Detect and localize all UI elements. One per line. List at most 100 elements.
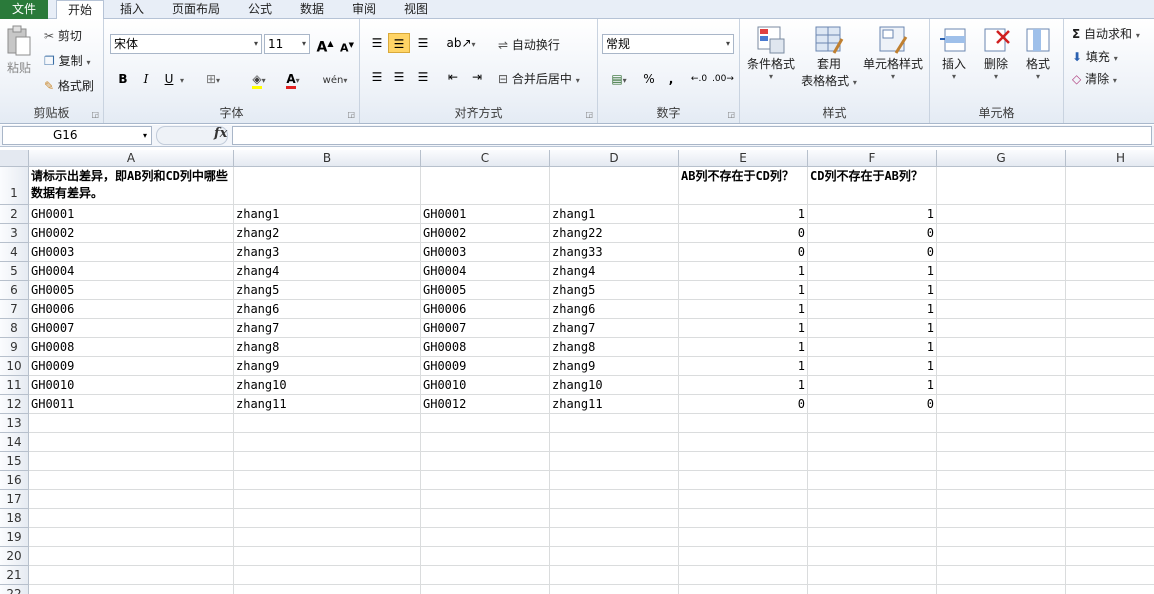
cell-c5[interactable]: GH0004 <box>421 262 550 281</box>
cell-g10[interactable] <box>937 357 1066 376</box>
phonetic-button[interactable]: wén▾ <box>318 69 352 89</box>
copy-button[interactable]: ❐ 复制 ▾ <box>44 52 90 69</box>
cell-d9[interactable]: zhang8 <box>550 338 679 357</box>
grow-font-button[interactable]: A▲ <box>314 34 336 56</box>
cell-b6[interactable]: zhang5 <box>234 281 421 300</box>
align-top-button[interactable]: ☰ <box>366 33 388 53</box>
cell-f19[interactable] <box>808 528 937 547</box>
cell-h6[interactable] <box>1066 281 1154 300</box>
column-header-c[interactable]: C <box>421 150 550 167</box>
cell-f21[interactable] <box>808 566 937 585</box>
cell-styles-button[interactable]: 单元格样式 ▾ <box>860 25 926 81</box>
cell-h12[interactable] <box>1066 395 1154 414</box>
cell-d2[interactable]: zhang1 <box>550 205 679 224</box>
cell-c1[interactable] <box>421 167 550 205</box>
cell-h3[interactable] <box>1066 224 1154 243</box>
cell-a21[interactable] <box>29 566 234 585</box>
cell-b18[interactable] <box>234 509 421 528</box>
cell-g7[interactable] <box>937 300 1066 319</box>
cell-d3[interactable]: zhang22 <box>550 224 679 243</box>
cell-g20[interactable] <box>937 547 1066 566</box>
cell-b5[interactable]: zhang4 <box>234 262 421 281</box>
tab-file[interactable]: 文件 <box>0 0 48 19</box>
cell-c16[interactable] <box>421 471 550 490</box>
cell-g17[interactable] <box>937 490 1066 509</box>
cell-e16[interactable] <box>679 471 808 490</box>
cell-g4[interactable] <box>937 243 1066 262</box>
cell-d5[interactable]: zhang4 <box>550 262 679 281</box>
underline-dropdown[interactable]: ▾ <box>176 69 188 89</box>
cell-c6[interactable]: GH0005 <box>421 281 550 300</box>
cell-h8[interactable] <box>1066 319 1154 338</box>
decrease-decimal-button[interactable]: .00→ <box>712 69 734 89</box>
cell-a22[interactable] <box>29 585 234 594</box>
cell-c20[interactable] <box>421 547 550 566</box>
cell-d13[interactable] <box>550 414 679 433</box>
cell-c10[interactable]: GH0009 <box>421 357 550 376</box>
fill-button[interactable]: ⬇ 填充 ▾ <box>1072 48 1118 65</box>
column-header-g[interactable]: G <box>937 150 1066 167</box>
cell-g9[interactable] <box>937 338 1066 357</box>
cell-d12[interactable]: zhang11 <box>550 395 679 414</box>
cell-h11[interactable] <box>1066 376 1154 395</box>
cell-c14[interactable] <box>421 433 550 452</box>
cell-d20[interactable] <box>550 547 679 566</box>
cell-e10[interactable]: 1 <box>679 357 808 376</box>
column-header-d[interactable]: D <box>550 150 679 167</box>
increase-decimal-button[interactable]: ←.0 <box>688 69 710 89</box>
row-header-5[interactable]: 5 <box>0 262 29 281</box>
cell-e11[interactable]: 1 <box>679 376 808 395</box>
cell-c17[interactable] <box>421 490 550 509</box>
cell-g14[interactable] <box>937 433 1066 452</box>
cell-e4[interactable]: 0 <box>679 243 808 262</box>
cell-f22[interactable] <box>808 585 937 594</box>
font-size-combo[interactable]: 11 ▾ <box>264 34 310 54</box>
row-header-9[interactable]: 9 <box>0 338 29 357</box>
row-header-17[interactable]: 17 <box>0 490 29 509</box>
row-header-7[interactable]: 7 <box>0 300 29 319</box>
cell-f12[interactable]: 0 <box>808 395 937 414</box>
cell-f17[interactable] <box>808 490 937 509</box>
conditional-format-button[interactable]: 条件格式 ▾ <box>744 25 798 81</box>
cell-d1[interactable] <box>550 167 679 205</box>
row-header-14[interactable]: 14 <box>0 433 29 452</box>
cell-e7[interactable]: 1 <box>679 300 808 319</box>
align-bottom-button[interactable]: ☰ <box>412 33 434 53</box>
format-as-table-button[interactable]: 套用 表格格式 ▾ <box>798 25 860 89</box>
cell-c12[interactable]: GH0012 <box>421 395 550 414</box>
decrease-indent-button[interactable]: ⇤ <box>442 67 464 87</box>
tab-page-layout[interactable]: 页面布局 <box>164 0 228 19</box>
cell-b1[interactable] <box>234 167 421 205</box>
cell-g6[interactable] <box>937 281 1066 300</box>
cell-f10[interactable]: 1 <box>808 357 937 376</box>
cell-f5[interactable]: 1 <box>808 262 937 281</box>
italic-button[interactable]: I <box>135 69 157 89</box>
cell-g16[interactable] <box>937 471 1066 490</box>
cell-d22[interactable] <box>550 585 679 594</box>
cell-e12[interactable]: 0 <box>679 395 808 414</box>
cell-f16[interactable] <box>808 471 937 490</box>
cell-a14[interactable] <box>29 433 234 452</box>
cell-g8[interactable] <box>937 319 1066 338</box>
cell-d4[interactable]: zhang33 <box>550 243 679 262</box>
cell-b16[interactable] <box>234 471 421 490</box>
cell-h4[interactable] <box>1066 243 1154 262</box>
increase-indent-button[interactable]: ⇥ <box>466 67 488 87</box>
align-middle-button[interactable]: ☰ <box>388 33 410 53</box>
row-header-10[interactable]: 10 <box>0 357 29 376</box>
cell-a5[interactable]: GH0004 <box>29 262 234 281</box>
cell-e18[interactable] <box>679 509 808 528</box>
borders-button[interactable]: ⊞▾ <box>202 69 224 89</box>
cell-e14[interactable] <box>679 433 808 452</box>
cell-g2[interactable] <box>937 205 1066 224</box>
cell-h13[interactable] <box>1066 414 1154 433</box>
cell-e8[interactable]: 1 <box>679 319 808 338</box>
cell-b12[interactable]: zhang11 <box>234 395 421 414</box>
cell-a10[interactable]: GH0009 <box>29 357 234 376</box>
row-header-18[interactable]: 18 <box>0 509 29 528</box>
insert-cells-button[interactable]: 插入 ▾ <box>934 25 974 81</box>
font-color-button[interactable]: A▾ <box>278 69 308 89</box>
align-center-button[interactable]: ☰ <box>388 67 410 87</box>
cut-button[interactable]: ✂ 剪切 <box>44 27 82 44</box>
tab-review[interactable]: 审阅 <box>342 0 386 19</box>
